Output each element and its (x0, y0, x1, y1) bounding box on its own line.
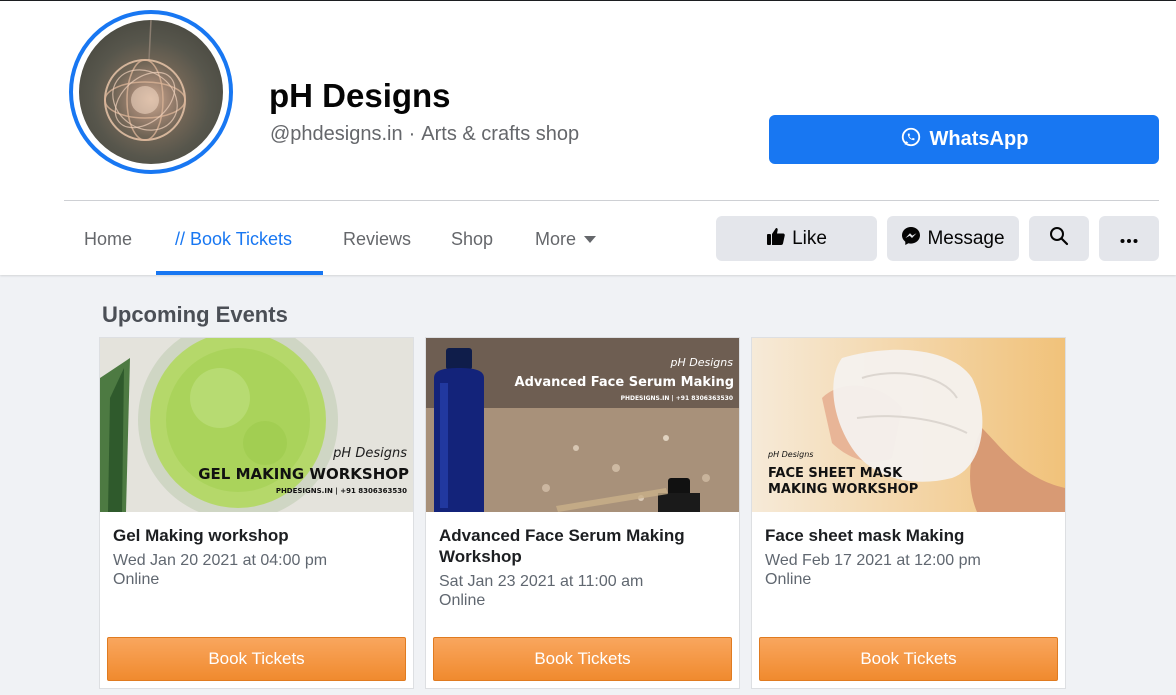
book-tickets-button[interactable]: Book Tickets (107, 637, 406, 681)
more-options-button[interactable] (1099, 216, 1159, 261)
like-icon (766, 226, 786, 252)
more-options-icon (1119, 228, 1139, 250)
event-image[interactable]: pH Designs GEL MAKING WORKSHOP PHDESIGNS… (100, 338, 413, 512)
page-handle[interactable]: @phdesigns.in (270, 123, 403, 145)
book-tickets-button[interactable]: Book Tickets (759, 637, 1058, 681)
page-header: pH Designs @phdesigns.in · Arts & crafts s… (0, 0, 1176, 275)
page-title: pH Designs (269, 77, 451, 114)
image-brand-text: pH Designs (670, 356, 733, 369)
message-button[interactable]: Message (887, 216, 1019, 261)
event-date: Wed Feb 17 2021 at 12:00 pm (765, 552, 981, 569)
event-location: Online (765, 571, 812, 588)
messenger-icon (901, 226, 921, 252)
whatsapp-button[interactable]: WhatsApp (769, 115, 1159, 164)
event-image[interactable]: pH Designs Advanced Face Serum Making PH… (426, 338, 739, 512)
search-icon (1049, 226, 1069, 252)
image-brand-text: pH Designs (768, 450, 814, 459)
profile-picture[interactable] (79, 20, 223, 164)
header-divider (64, 200, 1159, 201)
event-name[interactable]: Advanced Face Serum Making Workshop (439, 525, 729, 567)
event-date: Sat Jan 23 2021 at 11:00 am (439, 573, 644, 590)
image-headline-line2: MAKING WORKSHOP (768, 482, 919, 497)
caret-down-icon (584, 236, 597, 243)
tab-more[interactable]: More (535, 217, 597, 261)
event-location: Online (113, 571, 160, 588)
tab-more-label: More (535, 228, 577, 249)
image-headline-text: Advanced Face Serum Making (514, 375, 734, 390)
page-category[interactable]: Arts & crafts shop (421, 123, 579, 145)
image-contact-text: PHDESIGNS.IN | +91 8306363530 (620, 395, 733, 402)
active-tab-indicator (156, 271, 323, 275)
like-label: Like (792, 227, 827, 249)
image-brand-text: pH Designs (333, 446, 407, 461)
image-headline-line1: FACE SHEET MASK (768, 466, 903, 481)
page-subtitle: @phdesigns.in · Arts & crafts shop (270, 123, 579, 146)
tab-reviews[interactable]: Reviews (343, 217, 411, 261)
subtitle-separator: · (408, 123, 416, 145)
event-name[interactable]: Face sheet mask Making (765, 525, 1055, 546)
image-contact-text: PHDESIGNS.IN | +91 8306363530 (275, 487, 407, 495)
book-tickets-button[interactable]: Book Tickets (433, 637, 732, 681)
whatsapp-icon (900, 126, 922, 154)
event-location: Online (439, 592, 486, 609)
events-section-title: Upcoming Events (102, 302, 288, 327)
event-card[interactable]: pH Designs FACE SHEET MASK MAKING WORKSH… (751, 337, 1066, 689)
search-button[interactable] (1029, 216, 1089, 261)
tab-home[interactable]: Home (84, 217, 132, 261)
event-image[interactable]: pH Designs FACE SHEET MASK MAKING WORKSH… (752, 338, 1065, 512)
event-name[interactable]: Gel Making workshop (113, 525, 403, 546)
tab-book-tickets[interactable]: // Book Tickets (175, 217, 292, 261)
profile-picture-ring[interactable] (69, 10, 233, 174)
event-card[interactable]: pH Designs GEL MAKING WORKSHOP PHDESIGNS… (99, 337, 414, 689)
whatsapp-label: WhatsApp (929, 128, 1029, 150)
message-label: Message (927, 227, 1005, 249)
like-button[interactable]: Like (716, 216, 877, 261)
event-date: Wed Jan 20 2021 at 04:00 pm (113, 552, 328, 569)
event-card[interactable]: pH Designs Advanced Face Serum Making PH… (425, 337, 740, 689)
image-headline-text: GEL MAKING WORKSHOP (198, 465, 409, 483)
tab-shop[interactable]: Shop (451, 217, 493, 261)
